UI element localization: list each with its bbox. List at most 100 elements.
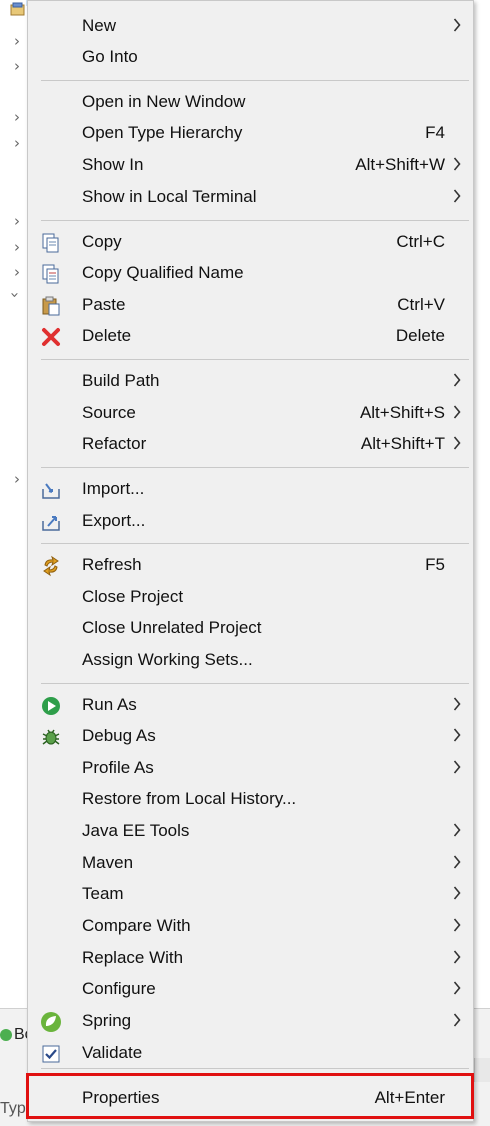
context-menu: New Go Into Open in New Window Open Type Hi…: [27, 0, 474, 1122]
tree-expand-icon[interactable]: ›: [14, 134, 20, 152]
submenu-chevron-icon: [453, 949, 461, 965]
menu-item-java-ee-tools[interactable]: Java EE Tools: [28, 816, 473, 846]
submenu-chevron-icon: [453, 854, 461, 870]
submenu-chevron-icon: [453, 435, 461, 451]
project-explorer-tree: [0, 0, 30, 1125]
menu-item-label: Validate: [82, 1043, 143, 1062]
menu-item-debug-as[interactable]: Debug As: [28, 721, 473, 751]
scrollbar[interactable]: [474, 1058, 490, 1082]
menu-item-show-in[interactable]: Show In Alt+Shift+W: [28, 150, 473, 180]
menu-item-label: Show in Local Terminal: [82, 187, 257, 206]
menu-item-label: Profile As: [82, 758, 154, 777]
submenu-chevron-icon: [453, 1012, 461, 1028]
submenu-chevron-icon: [453, 980, 461, 996]
menu-item-shortcut: Delete: [395, 326, 445, 345]
menu-item-label: Close Unrelated Project: [82, 618, 262, 637]
menu-item-label: Build Path: [82, 371, 160, 390]
tree-expand-icon[interactable]: ›: [14, 212, 20, 230]
menu-item-validate[interactable]: Validate: [28, 1038, 473, 1068]
menu-separator: [41, 80, 469, 81]
menu-item-label: Spring: [82, 1011, 132, 1030]
menu-item-configure[interactable]: Configure: [28, 974, 473, 1004]
menu-item-close-unrelated-project[interactable]: Close Unrelated Project: [28, 613, 473, 643]
menu-item-shortcut: Alt+Shift+W: [355, 155, 445, 174]
menu-item-delete[interactable]: Delete Delete: [28, 321, 473, 351]
menu-item-label: Run As: [82, 695, 137, 714]
menu-item-open-type-hierarchy[interactable]: Open Type Hierarchy F4: [28, 118, 473, 148]
tree-expand-icon[interactable]: ›: [14, 470, 20, 488]
menu-item-profile-as[interactable]: Profile As: [28, 753, 473, 783]
submenu-chevron-icon: [453, 188, 461, 204]
menu-item-assign-working-sets[interactable]: Assign Working Sets...: [28, 645, 473, 675]
refresh-icon: [40, 555, 62, 577]
menu-item-shortcut: Ctrl+C: [396, 232, 445, 251]
menu-item-maven[interactable]: Maven: [28, 848, 473, 878]
menu-item-team[interactable]: Team: [28, 879, 473, 909]
menu-item-paste[interactable]: Paste Ctrl+V: [28, 290, 473, 320]
menu-item-label: Go Into: [82, 47, 138, 66]
menu-separator: [41, 467, 469, 468]
menu-item-new[interactable]: New: [28, 11, 473, 41]
tree-expand-icon[interactable]: ›: [14, 32, 20, 50]
paste-icon: [40, 295, 62, 317]
menu-item-shortcut: Alt+Shift+T: [360, 434, 445, 453]
menu-item-label: Configure: [82, 979, 156, 998]
menu-item-label: Team: [82, 884, 124, 903]
menu-item-source[interactable]: Source Alt+Shift+S: [28, 398, 473, 428]
menu-item-label: Source: [82, 403, 136, 422]
debug-icon: [40, 726, 62, 748]
menu-item-replace-with[interactable]: Replace With: [28, 943, 473, 973]
menu-item-restore-from-local-history[interactable]: Restore from Local History...: [28, 784, 473, 814]
submenu-chevron-icon: [453, 885, 461, 901]
menu-item-run-as[interactable]: Run As: [28, 690, 473, 720]
menu-separator: [41, 543, 469, 544]
menu-item-build-path[interactable]: Build Path: [28, 366, 473, 396]
properties-highlight-box: [26, 1073, 474, 1119]
menu-item-go-into[interactable]: Go Into: [28, 42, 473, 72]
submenu-chevron-icon: [453, 727, 461, 743]
submenu-chevron-icon: [453, 822, 461, 838]
spring-icon: [40, 1011, 62, 1033]
menu-item-label: Copy Qualified Name: [82, 263, 244, 282]
tree-expand-icon[interactable]: ›: [14, 108, 20, 126]
delete-icon: [40, 326, 62, 348]
copy-icon: [40, 232, 62, 254]
copy-qualified-name-icon: [40, 263, 62, 285]
menu-item-open-in-new-window[interactable]: Open in New Window: [28, 87, 473, 117]
menu-item-label: Delete: [82, 326, 132, 345]
menu-item-copy[interactable]: Copy Ctrl+C: [28, 227, 473, 257]
menu-item-label: Java EE Tools: [82, 821, 190, 840]
menu-item-label: Paste: [82, 295, 126, 314]
submenu-chevron-icon: [453, 372, 461, 388]
menu-item-close-project[interactable]: Close Project: [28, 582, 473, 612]
menu-item-compare-with[interactable]: Compare With: [28, 911, 473, 941]
tree-expand-icon[interactable]: ›: [14, 238, 20, 256]
menu-item-label: Debug As: [82, 726, 156, 745]
menu-item-shortcut: F5: [425, 555, 445, 574]
menu-item-shortcut: F4: [425, 123, 445, 142]
menu-item-import[interactable]: Import...: [28, 474, 473, 504]
menu-item-show-in-local-terminal[interactable]: Show in Local Terminal: [28, 182, 473, 212]
menu-item-spring[interactable]: Spring: [28, 1006, 473, 1036]
menu-item-export[interactable]: Export...: [28, 506, 473, 536]
submenu-chevron-icon: [453, 696, 461, 712]
menu-item-label: Open in New Window: [82, 92, 246, 111]
menu-item-label: Restore from Local History...: [82, 789, 297, 808]
menu-item-refactor[interactable]: Refactor Alt+Shift+T: [28, 429, 473, 459]
submenu-chevron-icon: [453, 156, 461, 172]
menu-separator: [41, 359, 469, 360]
menu-item-label: Close Project: [82, 587, 184, 606]
tree-collapse-icon[interactable]: ›: [6, 292, 24, 298]
menu-item-label: Replace With: [82, 948, 184, 967]
menu-item-label: Show In: [82, 155, 144, 174]
menu-separator: [41, 1068, 469, 1069]
menu-item-label: Maven: [82, 853, 134, 872]
tree-expand-icon[interactable]: ›: [14, 263, 20, 281]
menu-item-copy-qualified-name[interactable]: Copy Qualified Name: [28, 258, 473, 288]
menu-item-shortcut: Ctrl+V: [397, 295, 445, 314]
tree-expand-icon[interactable]: ›: [14, 57, 20, 75]
menu-item-refresh[interactable]: Refresh F5: [28, 550, 473, 580]
run-icon: [40, 695, 62, 717]
menu-separator: [41, 220, 469, 221]
bottom-input-text[interactable]: Typ: [0, 1100, 26, 1118]
